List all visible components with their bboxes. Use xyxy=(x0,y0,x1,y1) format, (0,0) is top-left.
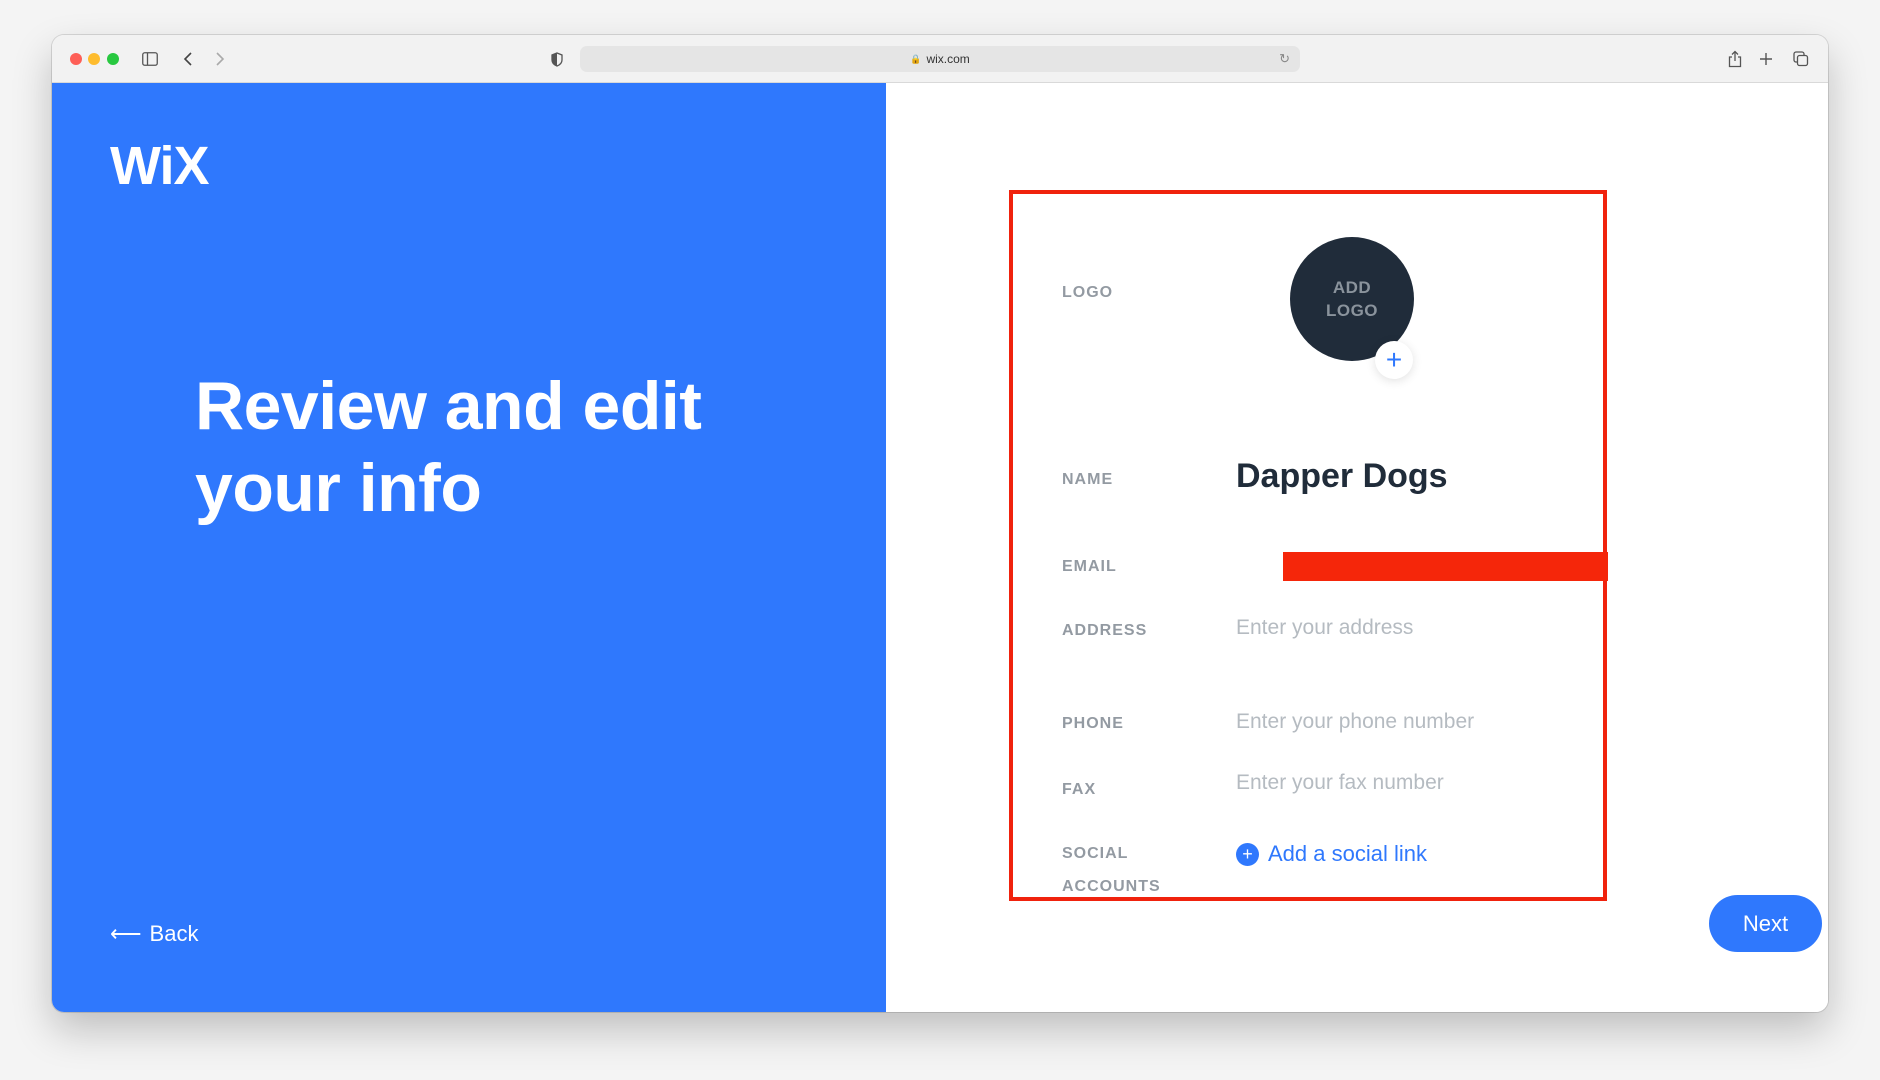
new-tab-icon[interactable] xyxy=(1758,47,1774,71)
fax-field[interactable]: Enter your fax number xyxy=(1236,771,1444,795)
wix-logo: WiX xyxy=(110,136,210,196)
address-bar[interactable]: 🔒 wix.com ↻ xyxy=(580,46,1300,72)
address-field[interactable]: Enter your address xyxy=(1236,616,1413,640)
back-button[interactable]: ⟵ Back xyxy=(110,921,198,947)
page-content: WiX Review and edit your info ⟵ Back LOG… xyxy=(52,83,1828,1012)
social-label-line2: ACCOUNTS xyxy=(1062,878,1161,895)
url-text: wix.com xyxy=(926,52,970,66)
plus-icon[interactable]: + xyxy=(1375,341,1413,379)
lock-icon: 🔒 xyxy=(910,53,922,64)
logo-label: LOGO xyxy=(1062,284,1114,301)
add-social-link-button[interactable]: + Add a social link xyxy=(1236,841,1427,867)
address-label: ADDRESS xyxy=(1062,622,1148,639)
add-logo-line2: LOGO xyxy=(1325,301,1379,320)
tabs-icon[interactable] xyxy=(1792,47,1810,71)
browser-window: 🔒 wix.com ↻ WiX Review and edit your inf… xyxy=(52,35,1828,1012)
arrow-left-icon: ⟵ xyxy=(110,921,142,946)
name-label: NAME xyxy=(1062,471,1114,488)
phone-label: PHONE xyxy=(1062,715,1124,732)
intro-panel: WiX Review and edit your info ⟵ Back xyxy=(52,83,886,1012)
email-field-redacted[interactable] xyxy=(1283,552,1608,581)
plus-circle-icon: + xyxy=(1236,842,1259,866)
reload-icon[interactable]: ↻ xyxy=(1279,51,1290,67)
back-label: Back xyxy=(149,921,199,946)
minimize-window-button[interactable] xyxy=(88,53,100,65)
add-social-link-label: Add a social link xyxy=(1268,841,1427,866)
fax-label: FAX xyxy=(1062,781,1097,798)
zoom-window-button[interactable] xyxy=(107,53,119,65)
info-form-panel: LOGO ADD LOGO + NAME Dapper Dogs EMAIL A… xyxy=(886,83,1828,1012)
page-title: Review and edit your info xyxy=(195,368,702,526)
close-window-button[interactable] xyxy=(70,53,82,65)
name-field[interactable]: Dapper Dogs xyxy=(1236,457,1448,496)
back-icon[interactable] xyxy=(178,47,198,71)
phone-field[interactable]: Enter your phone number xyxy=(1236,710,1474,734)
shield-icon[interactable] xyxy=(549,47,565,71)
browser-toolbar: 🔒 wix.com ↻ xyxy=(52,35,1828,83)
add-logo-line1: ADD xyxy=(1332,278,1372,297)
email-label: EMAIL xyxy=(1062,558,1117,575)
social-label-line1: SOCIAL xyxy=(1062,845,1129,862)
share-icon[interactable] xyxy=(1727,47,1743,71)
sidebar-icon[interactable] xyxy=(140,47,160,71)
forward-icon[interactable] xyxy=(210,47,230,71)
next-button[interactable]: Next xyxy=(1709,895,1822,952)
